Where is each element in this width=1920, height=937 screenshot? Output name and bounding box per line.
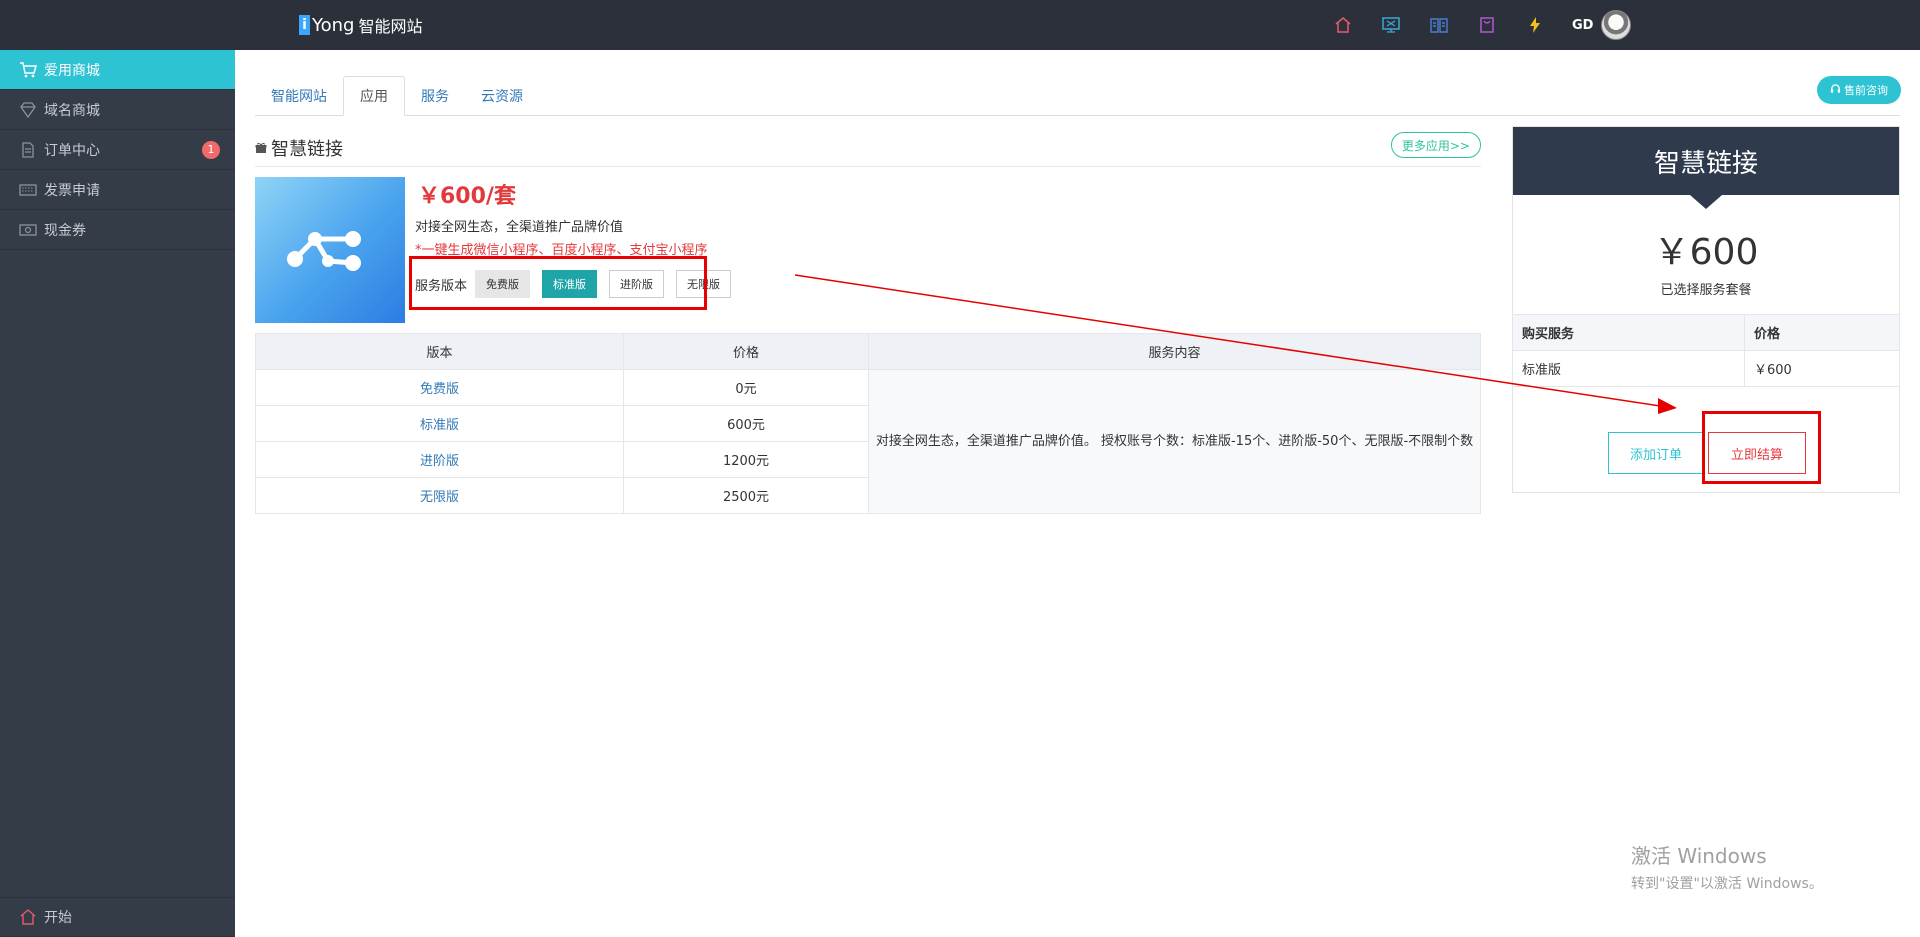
row-price: 0元: [623, 369, 869, 406]
cart-icon: [18, 60, 38, 80]
product-description: 对接全网生态，全渠道推广品牌价值: [415, 220, 624, 235]
col-header-version: 版本: [255, 333, 624, 370]
share-link-icon: [287, 231, 361, 271]
watermark-title: 激活 Windows: [1631, 844, 1767, 868]
tab-cloud[interactable]: 云资源: [465, 76, 539, 116]
home-icon: [18, 907, 38, 927]
row-price: 1200元: [623, 441, 869, 478]
selected-hint: 已选择服务套餐: [1660, 283, 1752, 298]
annotation-box-versions: [409, 256, 707, 310]
sidebar-item-start[interactable]: 开始: [0, 897, 235, 937]
add-order-button[interactable]: 添加订单: [1608, 432, 1704, 474]
row-version: 标准版: [255, 405, 624, 442]
brand-name: Yong: [312, 14, 355, 36]
sidebar-item-label: 发票申请: [44, 182, 100, 199]
product-image: [255, 177, 405, 323]
monitor-icon[interactable]: [1378, 12, 1404, 38]
top-nav-icons: GD: [1330, 10, 1632, 40]
section-header: 智慧链接 更多应用>>: [255, 130, 1481, 167]
sidebar-item-mall[interactable]: 爱用商城: [0, 50, 235, 90]
brand-logo[interactable]: i Yong 智能网站: [299, 12, 422, 38]
selected-price: ￥600: [1653, 232, 1759, 273]
sidebar: 爱用商城 域名商城 订单中心 1 发票申请 现金券 开始: [0, 50, 235, 937]
sidebar-item-orders[interactable]: 订单中心 1: [0, 130, 235, 170]
row-version: 免费版: [255, 369, 624, 406]
sidebar-item-label: 域名商城: [44, 102, 100, 119]
cash-icon: [18, 220, 38, 240]
category-tabs: 智能网站 应用 服务 云资源: [255, 76, 1900, 116]
col-header-price: 价格: [623, 333, 869, 370]
purchase-table: 购买服务 价格 标准版 ￥600: [1512, 314, 1900, 387]
table-row: 免费版 0元 对接全网生态，全渠道推广品牌价值。 授权账号个数：标准版-15个、…: [255, 369, 1481, 514]
annotation-box-checkout: [1702, 411, 1821, 484]
sidebar-item-label: 订单中心: [44, 142, 100, 159]
table-row: 标准版 ￥600: [1512, 350, 1900, 387]
diamond-icon: [18, 100, 38, 120]
book-icon[interactable]: [1426, 12, 1452, 38]
top-bar: i Yong 智能网站 GD: [0, 0, 1920, 50]
sidebar-item-coupon[interactable]: 现金券: [0, 210, 235, 250]
tab-apps[interactable]: 应用: [343, 76, 405, 116]
headset-icon: [1830, 83, 1841, 97]
user-initials[interactable]: GD: [1572, 18, 1593, 33]
order-count-badge: 1: [202, 141, 220, 159]
tab-services[interactable]: 服务: [405, 76, 465, 116]
row-version: 进阶版: [255, 441, 624, 478]
avatar[interactable]: [1601, 10, 1632, 40]
brand-mark: i: [299, 15, 310, 35]
sidebar-item-label: 开始: [44, 910, 72, 926]
main-content: 智能网站 应用 服务 云资源 售前咨询 智慧链接 更多应用>> ￥600/套 对…: [235, 50, 1920, 937]
service-content: 对接全网生态，全渠道推广品牌价值。 授权账号个数：标准版-15个、进阶版-50个…: [868, 369, 1481, 514]
sidebar-item-label: 现金券: [44, 222, 86, 239]
row-version: 无限版: [255, 477, 624, 514]
col-header-price: 价格: [1744, 314, 1900, 351]
sidebar-item-invoice[interactable]: 发票申请: [0, 170, 235, 210]
header-pointer: [1690, 195, 1722, 209]
presale-label: 售前咨询: [1844, 84, 1888, 97]
panel-header: 智慧链接: [1513, 127, 1899, 209]
presale-consult-button[interactable]: 售前咨询: [1817, 76, 1901, 104]
row-price: 600元: [623, 405, 869, 442]
sidebar-item-label: 爱用商城: [44, 62, 100, 79]
tab-smart-website[interactable]: 智能网站: [255, 76, 343, 116]
purchase-price: ￥600: [1744, 350, 1900, 387]
pricing-table: 版本 价格 服务内容 免费版 0元 对接全网生态，全渠道推广品牌价值。 授权账号…: [255, 333, 1481, 514]
row-price: 2500元: [623, 477, 869, 514]
section-title: 智慧链接: [271, 139, 343, 160]
product-price: ￥600/套: [418, 184, 516, 209]
brand-subtitle: 智能网站: [358, 17, 423, 36]
sidebar-item-domain[interactable]: 域名商城: [0, 90, 235, 130]
gift-icon: [255, 139, 267, 158]
more-apps-button[interactable]: 更多应用>>: [1390, 132, 1481, 158]
watermark-subtitle: 转到"设置"以激活 Windows。: [1631, 876, 1823, 892]
windows-activation-watermark: 激活 Windows 转到"设置"以激活 Windows。: [1631, 840, 1823, 893]
bag-icon[interactable]: [1474, 12, 1500, 38]
keyboard-icon: [18, 180, 38, 200]
col-header-content: 服务内容: [868, 333, 1481, 370]
purchase-service: 标准版: [1512, 350, 1745, 387]
home-icon[interactable]: [1330, 12, 1356, 38]
document-icon: [18, 140, 38, 160]
col-header-service: 购买服务: [1512, 314, 1745, 351]
bolt-icon[interactable]: [1522, 12, 1548, 38]
panel-title: 智慧链接: [1653, 148, 1758, 179]
